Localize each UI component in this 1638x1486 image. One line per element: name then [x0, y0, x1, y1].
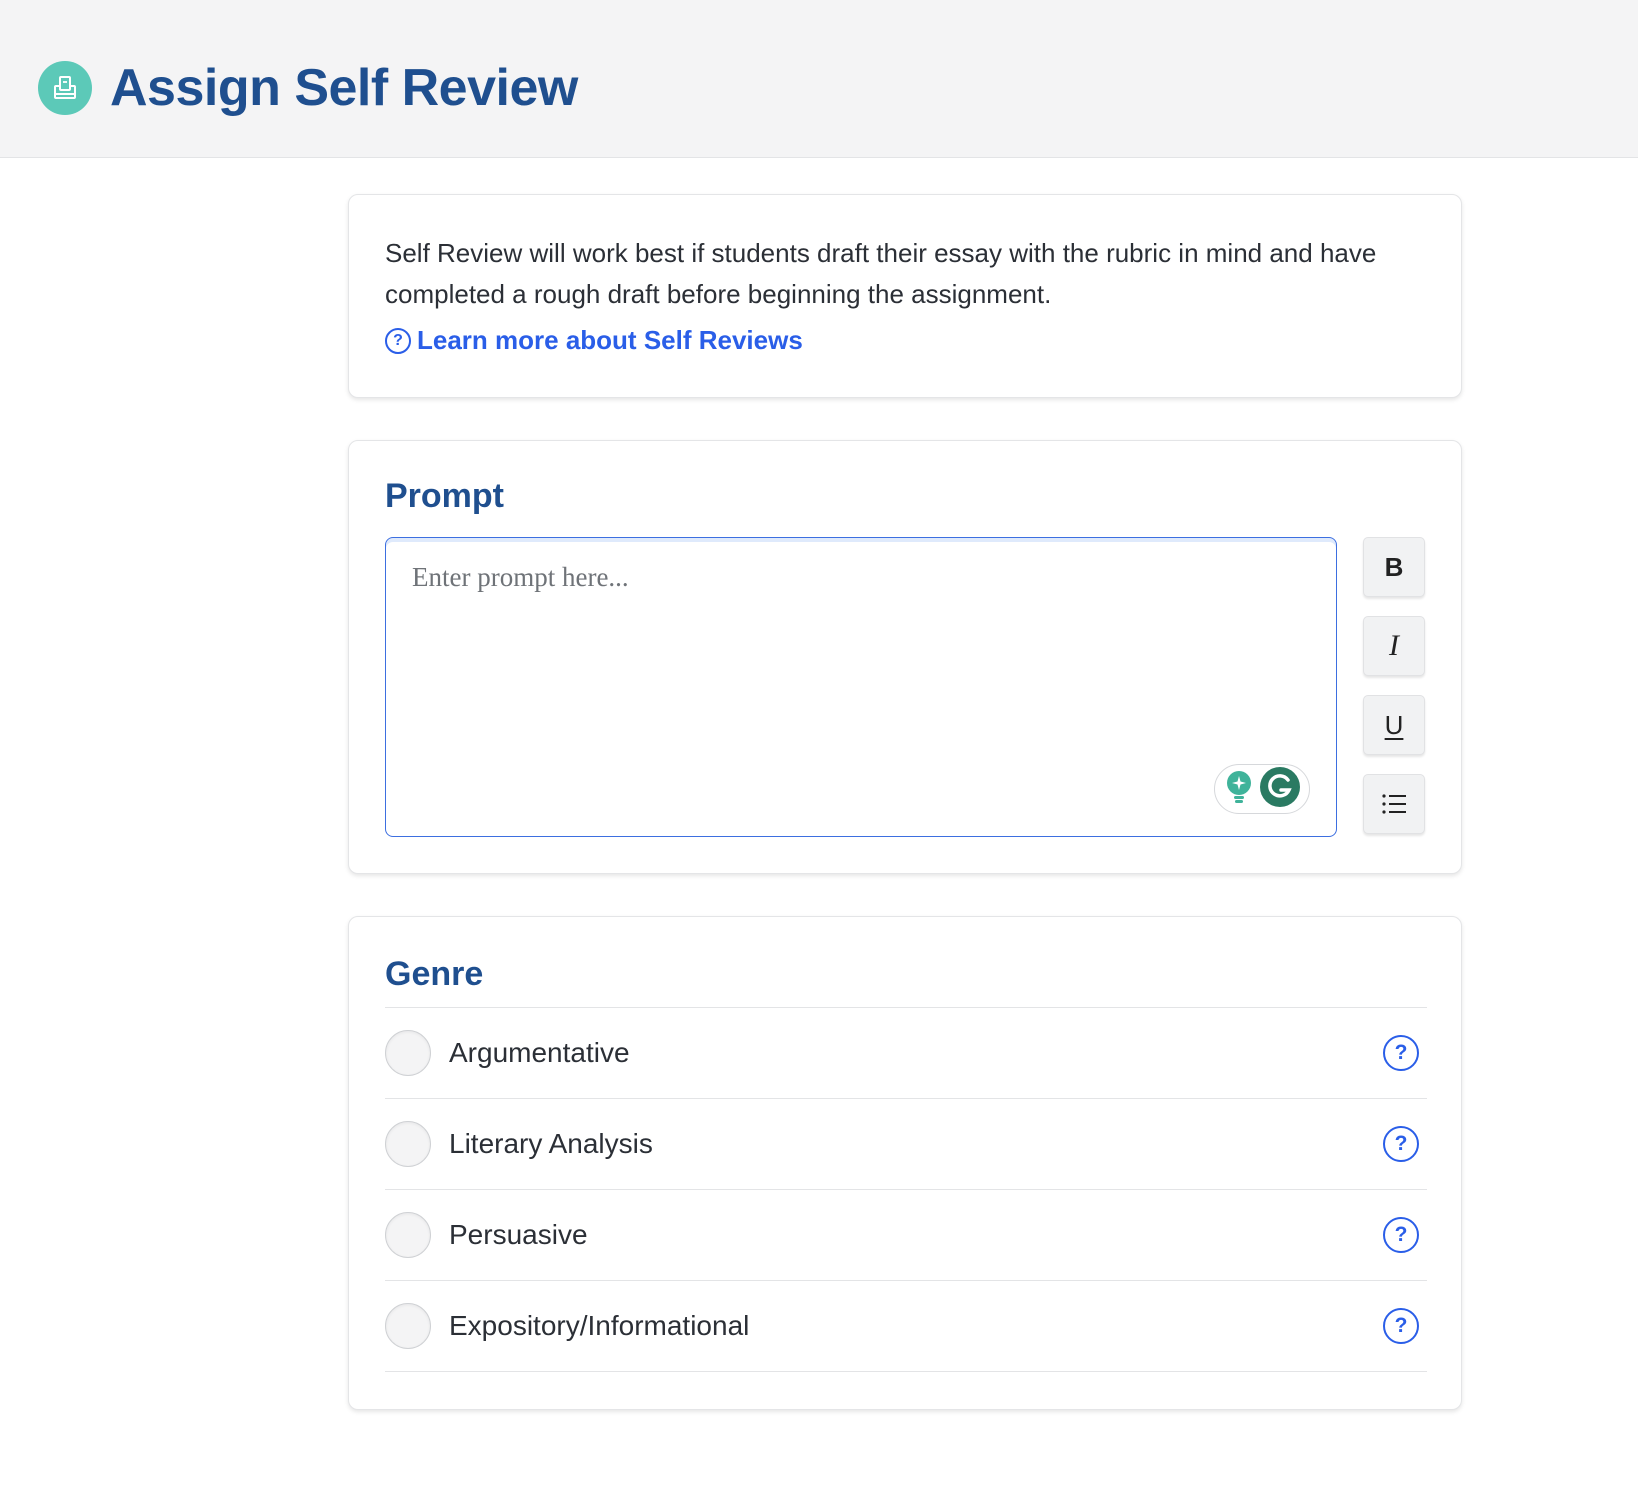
genre-label: Argumentative — [449, 1037, 630, 1068]
list-button[interactable] — [1363, 774, 1425, 834]
info-card: Self Review will work best if students d… — [348, 194, 1462, 398]
grammarly-widget[interactable] — [1214, 764, 1310, 814]
info-text: Self Review will work best if students d… — [385, 238, 1377, 309]
italic-button[interactable]: I — [1363, 616, 1425, 676]
help-circle-icon[interactable]: ? — [1383, 1035, 1419, 1071]
radio-literary-analysis[interactable] — [385, 1121, 431, 1167]
radio-expository[interactable] — [385, 1303, 431, 1349]
prompt-title: Prompt — [385, 477, 504, 515]
genre-option-persuasive[interactable]: Persuasive ? — [385, 1190, 1427, 1281]
radio-persuasive[interactable] — [385, 1212, 431, 1258]
learn-more-link[interactable]: ? Learn more about Self Reviews — [385, 325, 803, 356]
genre-label: Literary Analysis — [449, 1128, 653, 1159]
help-circle-icon[interactable]: ? — [1383, 1308, 1419, 1344]
genre-label: Expository/Informational — [449, 1310, 750, 1341]
genre-option-argumentative[interactable]: Argumentative ? — [385, 1008, 1427, 1099]
genre-card: Genre Argumentative ? Literary Analysis … — [348, 916, 1462, 1410]
prompt-card: Prompt Enter prompt here... B I U — [348, 440, 1462, 874]
help-circle-icon[interactable]: ? — [1383, 1126, 1419, 1162]
underline-button[interactable]: U — [1363, 695, 1425, 755]
lightbulb-icon[interactable] — [1224, 769, 1254, 810]
help-circle-icon: ? — [385, 327, 411, 354]
grammarly-icon[interactable] — [1259, 766, 1301, 813]
genre-option-expository[interactable]: Expository/Informational ? — [385, 1281, 1427, 1372]
bold-button[interactable]: B — [1363, 537, 1425, 597]
self-review-icon — [38, 61, 92, 115]
format-toolbar: B I U — [1363, 537, 1425, 853]
genre-option-literary-analysis[interactable]: Literary Analysis ? — [385, 1099, 1427, 1190]
radio-argumentative[interactable] — [385, 1030, 431, 1076]
help-circle-icon[interactable]: ? — [1383, 1217, 1419, 1253]
prompt-placeholder: Enter prompt here... — [412, 562, 629, 592]
prompt-input[interactable]: Enter prompt here... — [385, 537, 1337, 837]
page-title: Assign Self Review — [110, 59, 578, 117]
genre-title: Genre — [385, 955, 484, 993]
page-header: Assign Self Review — [0, 0, 1638, 158]
genre-label: Persuasive — [449, 1219, 588, 1250]
learn-more-label: Learn more about Self Reviews — [417, 325, 803, 355]
genre-list: Argumentative ? Literary Analysis ? Pers… — [385, 1007, 1427, 1372]
list-icon — [1382, 794, 1406, 814]
